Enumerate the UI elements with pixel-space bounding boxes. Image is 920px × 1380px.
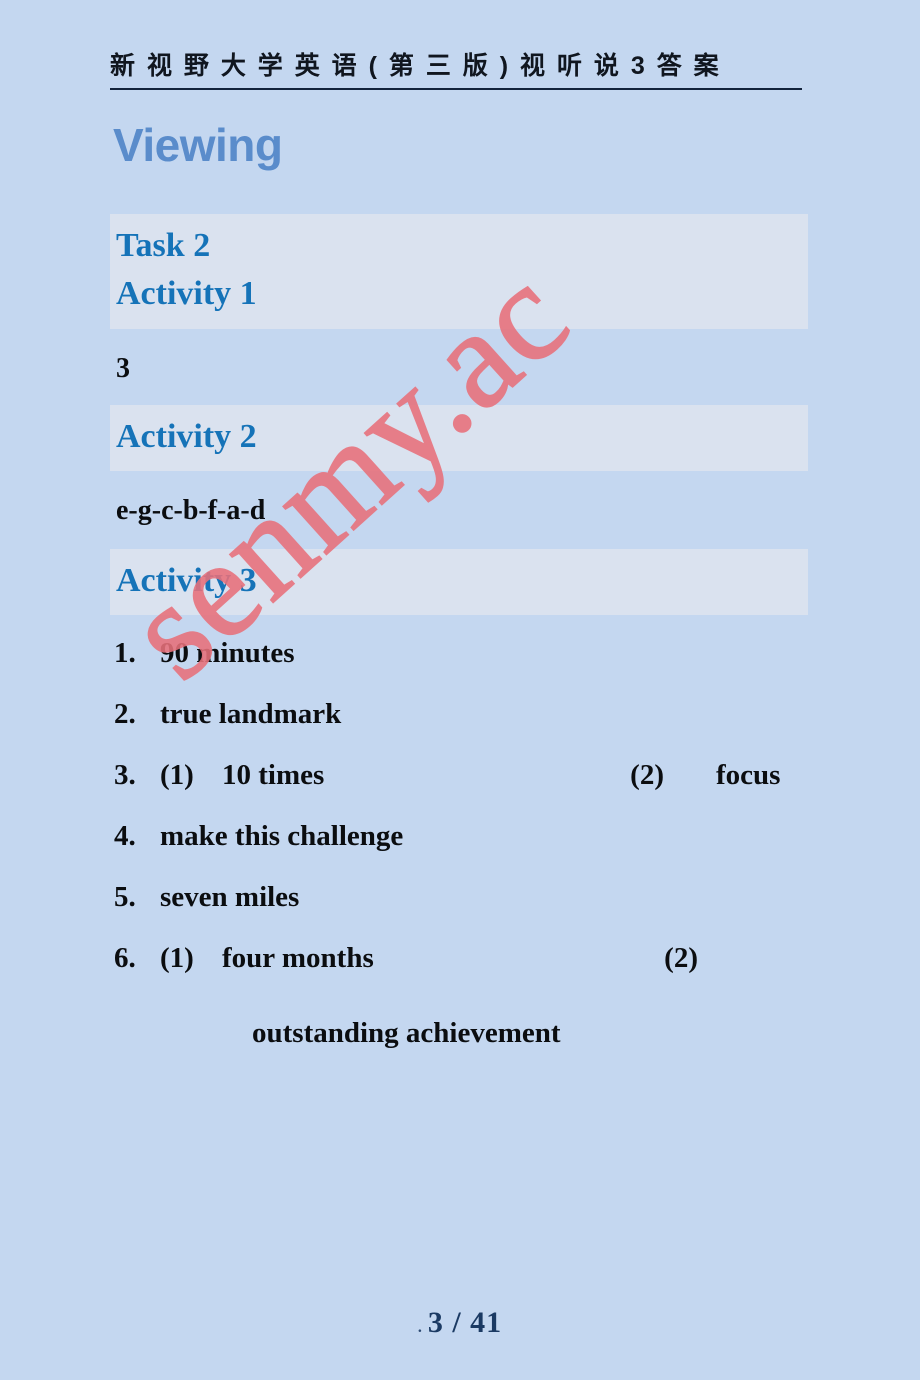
page-footer: . 3 / 41: [0, 1306, 920, 1340]
list-item-text: 10 times: [222, 759, 325, 792]
content-column: Task 2 Activity 1 3 Activity 2 e-g-c-b-f…: [110, 214, 808, 1064]
list-item-second-column: (2) focus: [630, 759, 808, 792]
list-item-number: 3.: [114, 759, 136, 792]
list-item-sublabel-2: (2): [664, 942, 698, 975]
list-item: 3. (1) 10 times (2) focus: [114, 759, 808, 820]
list-item-number: 4.: [114, 820, 136, 853]
footer-dot: .: [417, 1319, 422, 1336]
list-item-text: seven miles: [160, 881, 300, 914]
list-item: 2. true landmark: [114, 698, 808, 759]
list-item-text: four months: [222, 942, 374, 975]
list-item-sublabel-2: (2): [630, 759, 664, 792]
list-item-number: 6.: [114, 942, 136, 975]
task-heading: Task 2: [116, 227, 211, 264]
list-item-continued-text: outstanding achievement: [252, 1017, 561, 1050]
page-number-group: . 3 / 41: [418, 1306, 502, 1340]
activity2-band: Activity 2: [110, 404, 808, 471]
spacer-before-activity3-band: [110, 525, 808, 549]
spacer-before-activity2-band: [110, 383, 808, 405]
list-item-text: 90 minutes: [160, 637, 295, 670]
list-item: 4. make this challenge: [114, 820, 808, 881]
spacer-after-activity1-band: [110, 329, 808, 355]
activity3-band: Activity 3: [110, 548, 808, 616]
header-divider: [110, 88, 802, 90]
document-header-title: 新 视 野 大 学 英 语 ( 第 三 版 ) 视 听 说 3 答 案: [110, 52, 722, 80]
list-item-second-column: (2): [664, 942, 808, 975]
activity2-heading: Activity 2: [116, 417, 257, 455]
page-number: 3 / 41: [427, 1306, 503, 1339]
list-item-text-2: focus: [716, 759, 781, 792]
task2-activity1-band: Task 2 Activity 1: [110, 214, 808, 329]
list-item-sublabel: (1): [160, 942, 194, 975]
list-item-sublabel: (1): [160, 759, 194, 792]
activity3-heading: Activity 3: [116, 561, 257, 599]
activity3-answer-list: 1. 90 minutes 2. true landmark 3. (1) 10…: [110, 637, 808, 1064]
activity1-answer: 3: [116, 352, 130, 384]
list-item-text: true landmark: [160, 698, 342, 731]
list-item: 5. seven miles: [114, 881, 808, 942]
list-item-number: 2.: [114, 698, 136, 731]
list-item-number: 5.: [114, 881, 136, 914]
activity2-answer: e-g-c-b-f-a-d: [116, 494, 266, 526]
spacer-after-activity2-band: [110, 471, 808, 497]
list-item-text: make this challenge: [160, 820, 404, 853]
document-header: 新 视 野 大 学 英 语 ( 第 三 版 ) 视 听 说 3 答 案: [110, 46, 810, 90]
list-item: 6. (1) four months (2): [114, 942, 808, 1003]
list-item: 1. 90 minutes: [114, 637, 808, 698]
list-item-number: 1.: [114, 637, 136, 670]
section-title-viewing: Viewing: [113, 119, 283, 171]
activity1-heading: Activity 1: [116, 275, 257, 313]
document-page: 新 视 野 大 学 英 语 ( 第 三 版 ) 视 听 说 3 答 案 View…: [0, 0, 920, 1380]
